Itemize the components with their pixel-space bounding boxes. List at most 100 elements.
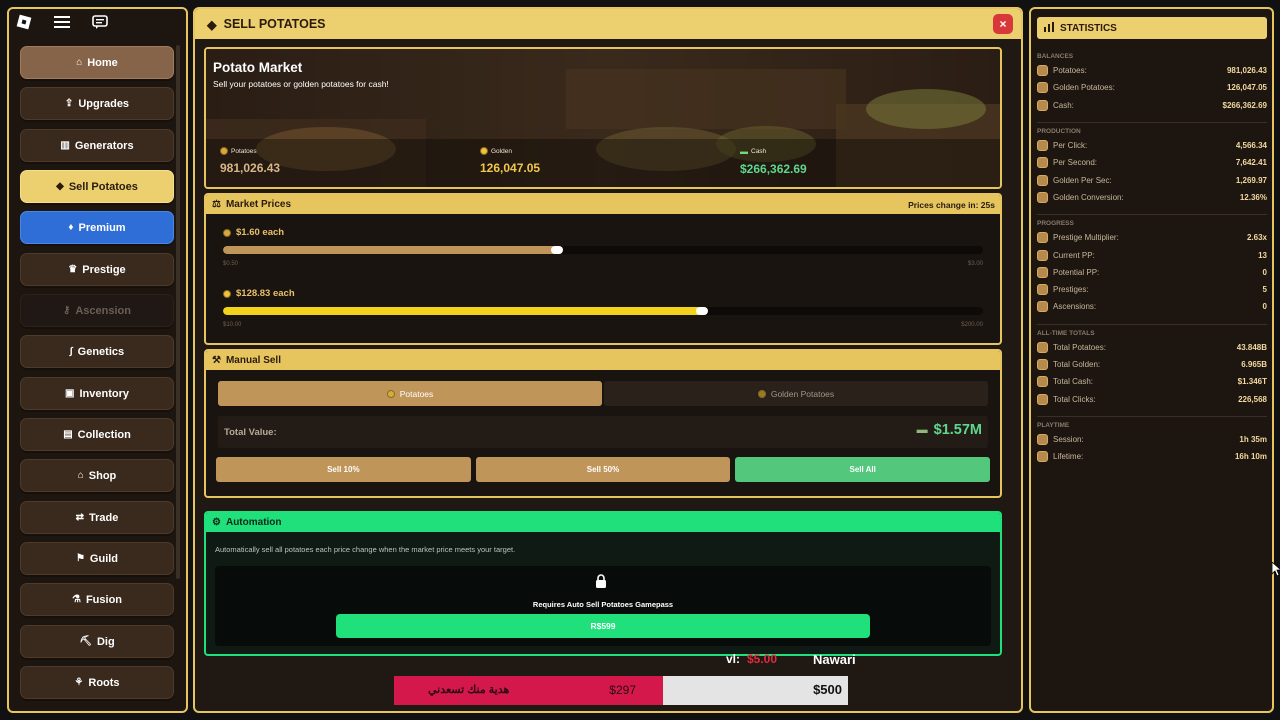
stat-icon	[1037, 157, 1048, 169]
statistics-group-title: BALANCES	[1037, 53, 1074, 60]
total-value-amount: $1.57M	[933, 422, 982, 438]
sidebar-item-dig[interactable]: ⛏ Dig	[20, 625, 174, 658]
potato-price-min: $0.50	[223, 261, 239, 267]
sidebar-item-genetics[interactable]: ∫ Genetics	[20, 335, 174, 368]
golden-price-label: $128.83 each	[236, 288, 295, 299]
sidebar-item-premium[interactable]: ♦ Premium	[20, 211, 174, 244]
donation-message: هدية منك تسعدني	[428, 684, 510, 696]
statistics-label: Lifetime:	[1053, 452, 1084, 462]
dna-icon: ∫	[69, 346, 73, 357]
diamond-icon: ♦	[68, 222, 74, 233]
donor-name: Nawari	[813, 652, 856, 667]
statistics-value: 5	[1262, 285, 1267, 295]
golden-potato-icon	[480, 147, 488, 155]
golden-price-bar	[223, 307, 983, 315]
statistics-row: Total Golden: 6.965B	[1037, 356, 1267, 373]
statistics-value: 2.63x	[1246, 233, 1267, 243]
sidebar-item-shop[interactable]: ⌂ Shop	[20, 459, 174, 492]
sidebar-item-label: Upgrades	[78, 97, 130, 110]
price-timer: Prices change in: 25s	[908, 199, 995, 210]
donor-amount: $5.00	[747, 652, 778, 666]
statistics-label: Current PP:	[1053, 250, 1095, 260]
statistics-group: PRODUCTION Per Click: 4,566.34 Per Second: 7…	[1037, 128, 1267, 206]
statistics-group-title: PLAYTIME	[1037, 421, 1070, 429]
sidebar: ⌂ Home ⇪ Upgrades ▥ Generators ◆ Sell Potato…	[7, 7, 188, 713]
tab-golden-potatoes[interactable]: Golden Potatoes	[604, 381, 988, 406]
sidebar-item-ascension[interactable]: ⚷ Ascension	[20, 294, 174, 327]
sidebar-scrollbar[interactable]	[176, 45, 180, 579]
market-prices-section: ⚖ Market Prices Prices change in: 25s $1…	[204, 193, 1002, 345]
statistics-label: Ascensions:	[1053, 302, 1097, 312]
stat-icon	[1037, 232, 1048, 244]
shovel-icon: ⛏	[79, 636, 92, 647]
tab-potatoes[interactable]: Potatoes	[218, 381, 602, 406]
sidebar-item-inventory[interactable]: ▣ Inventory	[20, 377, 174, 410]
home-icon: ⌂	[76, 57, 83, 68]
donation-raised-amount: $297	[609, 683, 636, 697]
statistics-row: Ascensions: 0	[1037, 298, 1267, 315]
close-button[interactable]: ×	[993, 14, 1013, 34]
total-value-box: Total Value: ▬ $1.57M	[218, 416, 988, 448]
menu-icon[interactable]	[52, 12, 72, 32]
sidebar-item-guild[interactable]: ⚑ Guild	[20, 542, 174, 575]
sidebar-item-label: Ascension	[75, 304, 131, 317]
stat-icon	[1037, 65, 1048, 77]
lock-icon: ⚷	[63, 305, 71, 316]
sidebar-item-label: Trade	[89, 511, 119, 524]
stat-icon	[1037, 433, 1048, 445]
statistics-label: Total Cash:	[1053, 377, 1094, 387]
sidebar-item-home[interactable]: ⌂ Home	[20, 46, 174, 79]
market-stall-illustration	[206, 49, 1000, 187]
hero-stat-value: $266,362.69	[740, 162, 807, 176]
sidebar-item-fusion[interactable]: ⚗ Fusion	[20, 583, 174, 616]
sidebar-item-label: Fusion	[85, 593, 123, 606]
statistics-value: 7,642.41	[1235, 158, 1267, 168]
section-header: ⚙ Automation	[206, 513, 1000, 532]
statistics-group-title: PROGRESS	[1037, 220, 1074, 228]
roblox-topbar	[14, 12, 110, 32]
statistics-value: 0	[1262, 302, 1267, 312]
hammer-icon: ⚒	[212, 355, 221, 366]
sidebar-item-roots[interactable]: ⚘ Roots	[20, 666, 174, 699]
hero-stat-value: 981,026.43	[220, 161, 281, 175]
section-title: Manual Sell	[225, 355, 281, 366]
sell-all-button[interactable]: Sell All	[735, 457, 991, 482]
sidebar-item-upgrades[interactable]: ⇪ Upgrades	[20, 87, 174, 120]
sidebar-item-trade[interactable]: ⇄ Trade	[20, 501, 174, 534]
sell-icon: ◆	[56, 181, 64, 192]
chat-icon[interactable]	[90, 12, 110, 32]
sidebar-item-prestige[interactable]: ♛ Prestige	[20, 253, 174, 286]
flag-icon: ⚑	[75, 553, 85, 564]
potato-icon	[386, 389, 395, 398]
statistics-row: Per Second: 7,642.41	[1037, 154, 1267, 171]
section-title: Automation	[225, 517, 282, 528]
statistics-label: Per Second:	[1053, 158, 1098, 168]
hero-stat-label: Golden	[491, 147, 512, 155]
hero-stat-label: Cash	[751, 148, 767, 155]
hero-stat-cash: ▬ Cash $266,362.69	[740, 147, 807, 176]
sidebar-item-generators[interactable]: ▥ Generators	[20, 129, 174, 162]
golden-price-marker	[695, 307, 708, 315]
stat-icon	[1037, 376, 1048, 388]
donor-tag: vl:	[726, 652, 741, 666]
potato-price-label: $1.60 each	[236, 227, 285, 238]
statistics-row: Prestiges: 5	[1037, 281, 1267, 298]
statistics-panel: STATISTICS BALANCES Potatoes: 981,026.43 Go…	[1029, 7, 1274, 713]
roblox-logo-icon[interactable]	[14, 12, 34, 32]
hero-stat-potatoes: Potatoes 981,026.43	[220, 147, 280, 175]
sell-50-button[interactable]: Sell 50%	[475, 457, 731, 482]
sidebar-item-collection[interactable]: ▤ Collection	[20, 418, 174, 451]
statistics-row: Total Clicks: 226,568	[1037, 390, 1267, 407]
statistics-divider	[1037, 323, 1267, 325]
stat-icon	[1037, 284, 1048, 296]
stat-icon	[1037, 249, 1048, 261]
sell-10-button[interactable]: Sell 10%	[216, 457, 471, 482]
buy-gamepass-button[interactable]: R$599	[336, 614, 870, 638]
statistics-divider	[1037, 214, 1267, 216]
statistics-group: PLAYTIME Session: 1h 35m Lifetime: 16h 10m	[1037, 422, 1267, 466]
sidebar-item-sell-potatoes[interactable]: ◆ Sell Potatoes	[20, 170, 174, 203]
statistics-row: Potential PP: 0	[1037, 264, 1267, 281]
statistics-label: Golden Potatoes:	[1053, 83, 1115, 93]
statistics-group: BALANCES Potatoes: 981,026.43 Golden Potato…	[1037, 53, 1267, 114]
sidebar-item-label: Guild	[89, 552, 119, 565]
